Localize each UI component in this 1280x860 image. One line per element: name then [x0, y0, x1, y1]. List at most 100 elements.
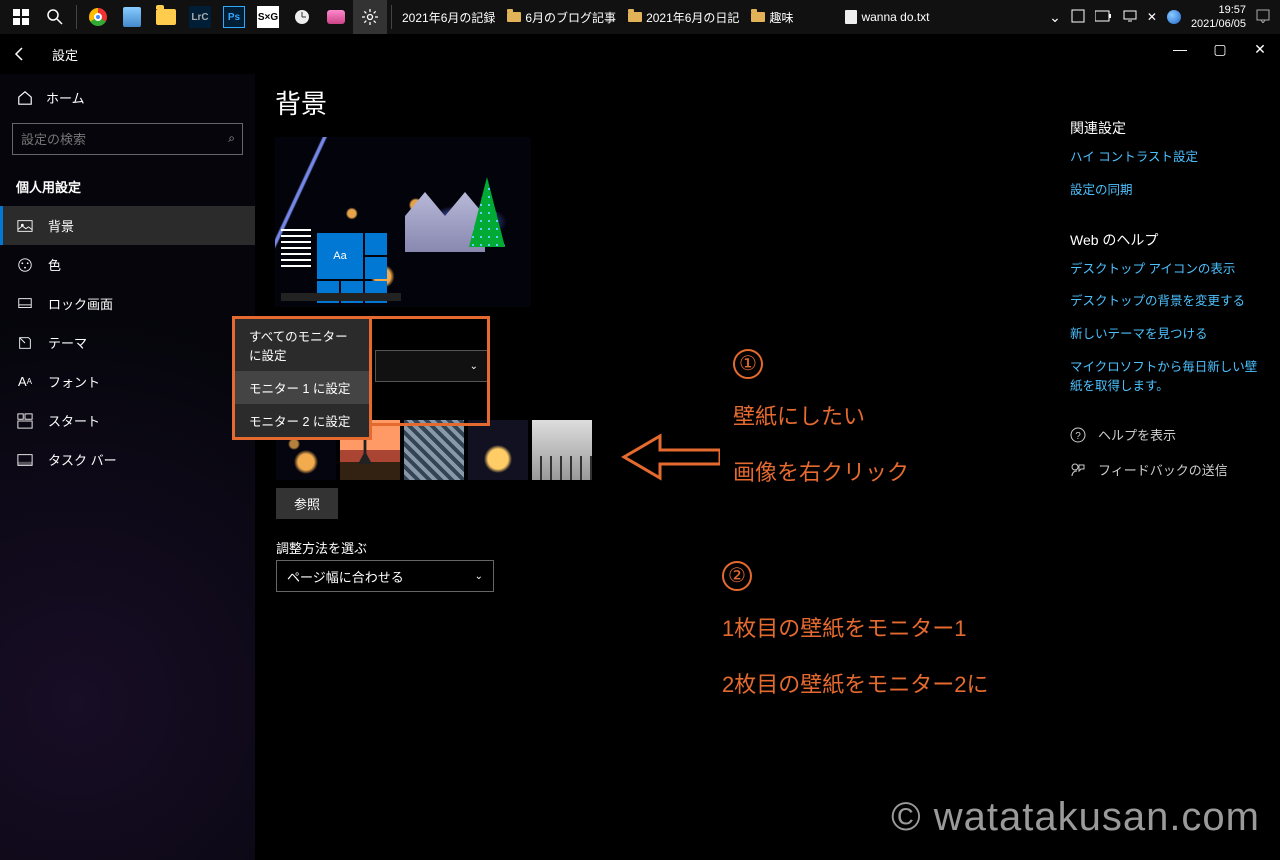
file-icon	[845, 10, 857, 24]
folder-icon	[628, 12, 642, 22]
rail-link[interactable]: マイクロソフトから毎日新しい壁紙を取得します。	[1070, 358, 1260, 396]
taskbar-icon	[16, 451, 34, 469]
theme-icon	[16, 334, 34, 352]
search-icon: ⌕	[228, 131, 235, 146]
sidebar-item-colors[interactable]: 色	[0, 245, 255, 284]
sidebar-item-fonts[interactable]: AA フォント	[0, 362, 255, 401]
tray-icon[interactable]	[1071, 9, 1085, 26]
wallpaper-thumb[interactable]	[404, 420, 464, 480]
annotation-text-2a: 1枚目の壁紙をモニター1	[722, 610, 966, 647]
feedback-link[interactable]: フィードバックの送信	[1070, 460, 1260, 479]
taskbar-tab-0[interactable]: 2021年6月の記録	[396, 0, 501, 34]
app-title: 設定	[52, 45, 78, 64]
wallpaper-thumb[interactable]	[532, 420, 592, 480]
rail-link[interactable]: 設定の同期	[1070, 181, 1260, 200]
notepad-icon[interactable]	[115, 0, 149, 34]
close-button[interactable]: ✕	[1240, 34, 1280, 64]
settings-header: 設定	[0, 34, 78, 74]
sidebar-item-themes[interactable]: テーマ	[0, 323, 255, 362]
lightroom-icon[interactable]: LrC	[183, 0, 217, 34]
sidebar-item-label: テーマ	[48, 333, 87, 352]
clock-date: 2021/06/05	[1191, 17, 1246, 31]
search-icon[interactable]	[38, 0, 72, 34]
context-menu-item-monitor2[interactable]: モニター 2 に設定	[235, 404, 369, 437]
sidebar-item-label: タスク バー	[48, 450, 117, 469]
tab-label: 6月のブログ記事	[525, 9, 616, 26]
tray-weather-icon[interactable]	[1167, 10, 1181, 24]
watermark: © watatakusan.com	[891, 795, 1260, 840]
background-dropdown[interactable]: ⌄	[375, 350, 489, 382]
chevron-down-icon: ⌄	[470, 361, 478, 372]
tray-close-icon[interactable]: ✕	[1147, 10, 1157, 24]
taskbar-tab-4[interactable]: wanna do.txt	[839, 0, 935, 34]
maximize-button[interactable]: ▢	[1200, 34, 1240, 64]
feedback-label: フィードバックの送信	[1098, 460, 1228, 479]
desktop-preview: Aa	[275, 137, 531, 307]
rail-link[interactable]: 新しいテーマを見つける	[1070, 325, 1260, 344]
context-menu-item-all[interactable]: すべてのモニターに設定	[235, 319, 369, 371]
tray-notification-icon[interactable]	[1256, 9, 1270, 26]
explorer-icon[interactable]	[149, 0, 183, 34]
taskbar-tab-1[interactable]: 6月のブログ記事	[501, 0, 622, 34]
photoshop-icon[interactable]: Ps	[217, 0, 251, 34]
lockscreen-icon	[16, 295, 34, 313]
chrome-icon[interactable]	[81, 0, 115, 34]
sidebar-item-taskbar[interactable]: タスク バー	[0, 440, 255, 479]
right-rail: 関連設定 ハイ コントラスト設定 設定の同期 Web のヘルプ デスクトップ ア…	[1070, 112, 1260, 495]
fit-dropdown[interactable]: ページ幅に合わせる ⌄	[276, 560, 494, 592]
annotation-number-2: ②	[722, 556, 752, 593]
annotation-text-2b: 2枚目の壁紙をモニター2に	[722, 666, 988, 703]
annotation-number-1: ①	[733, 344, 763, 381]
home-label: ホーム	[46, 88, 85, 107]
picture-icon	[16, 217, 34, 235]
tray-chevron-icon[interactable]: ⌄	[1049, 9, 1061, 26]
app-icon-2[interactable]	[319, 0, 353, 34]
context-menu: すべてのモニターに設定 モニター 1 に設定 モニター 2 に設定	[232, 316, 372, 440]
sidebar-section-header: 個人用設定	[0, 163, 255, 206]
context-menu-item-monitor1[interactable]: モニター 1 に設定	[235, 371, 369, 404]
home-icon	[16, 89, 34, 107]
rail-heading-webhelp: Web のヘルプ	[1070, 230, 1260, 250]
sidebar-item-lockscreen[interactable]: ロック画面	[0, 284, 255, 323]
fit-value: ページ幅に合わせる	[287, 567, 404, 586]
window-controls: ― ▢ ✕	[1160, 34, 1280, 64]
svg-text:?: ?	[1075, 431, 1081, 442]
folder-icon	[751, 12, 765, 22]
rail-link[interactable]: ハイ コントラスト設定	[1070, 148, 1260, 167]
annotation-text-1a: 壁紙にしたい	[733, 398, 865, 435]
tray-clock[interactable]: 19:57 2021/06/05	[1191, 3, 1246, 31]
minimize-button[interactable]: ―	[1160, 34, 1200, 64]
help-link[interactable]: ? ヘルプを表示	[1070, 425, 1260, 444]
start-button[interactable]	[4, 0, 38, 34]
sidebar-item-label: 背景	[48, 216, 74, 235]
preview-tile-text: Aa	[317, 233, 363, 279]
sidebar-item-label: スタート	[48, 411, 100, 430]
wallpaper-thumb[interactable]	[468, 420, 528, 480]
sidebar-item-background[interactable]: 背景	[0, 206, 255, 245]
fit-label: 調整方法を選ぶ	[276, 538, 367, 557]
search-input[interactable]	[12, 123, 243, 155]
tab-label: 趣味	[769, 9, 793, 26]
tray-network-icon[interactable]	[1123, 9, 1137, 26]
annotation-arrow	[620, 432, 720, 487]
clock-time: 19:57	[1191, 3, 1246, 17]
tab-label: 2021年6月の日記	[646, 9, 739, 26]
clock-app-icon[interactable]	[285, 0, 319, 34]
rail-link[interactable]: デスクトップの背景を変更する	[1070, 292, 1260, 311]
home-button[interactable]: ホーム	[0, 80, 255, 115]
browse-button[interactable]: 参照	[276, 488, 338, 519]
sidebar-item-label: フォント	[48, 372, 100, 391]
app-icon-1[interactable]: S×G	[251, 0, 285, 34]
folder-icon	[507, 12, 521, 22]
sidebar-item-start[interactable]: スタート	[0, 401, 255, 440]
taskbar-tab-3[interactable]: 趣味	[745, 0, 799, 34]
chevron-down-icon: ⌄	[475, 571, 483, 582]
taskbar-tab-2[interactable]: 2021年6月の日記	[622, 0, 745, 34]
tab-label: wanna do.txt	[861, 10, 929, 24]
tray-battery-icon[interactable]	[1095, 10, 1113, 25]
back-button[interactable]	[8, 42, 32, 66]
tab-label: 2021年6月の記録	[402, 9, 495, 26]
palette-icon	[16, 256, 34, 274]
rail-link[interactable]: デスクトップ アイコンの表示	[1070, 260, 1260, 279]
settings-icon[interactable]	[353, 0, 387, 34]
